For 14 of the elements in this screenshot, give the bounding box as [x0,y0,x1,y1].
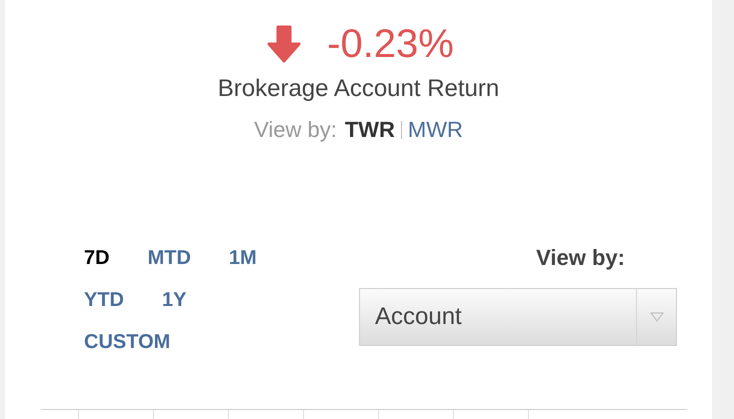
method-link[interactable]: TWR [344,116,395,144]
period-link[interactable]: 1Y [162,286,186,314]
view-by-label: View by: [536,244,625,272]
method-link[interactable]: MWR [408,116,463,144]
period-link[interactable]: YTD [84,286,124,314]
return-title: Brokerage Account Return [216,74,500,104]
period-link[interactable]: MTD [148,244,191,272]
period-link[interactable]: 1M [228,244,257,272]
return-value: -0.23% [327,21,454,68]
view-by-dropdown[interactable]: Account [359,288,677,346]
period-link[interactable]: CUSTOM [84,328,170,356]
period-link[interactable]: 7D [84,244,110,272]
caret-icon [650,312,664,322]
view-by-label: View by: [254,116,337,144]
